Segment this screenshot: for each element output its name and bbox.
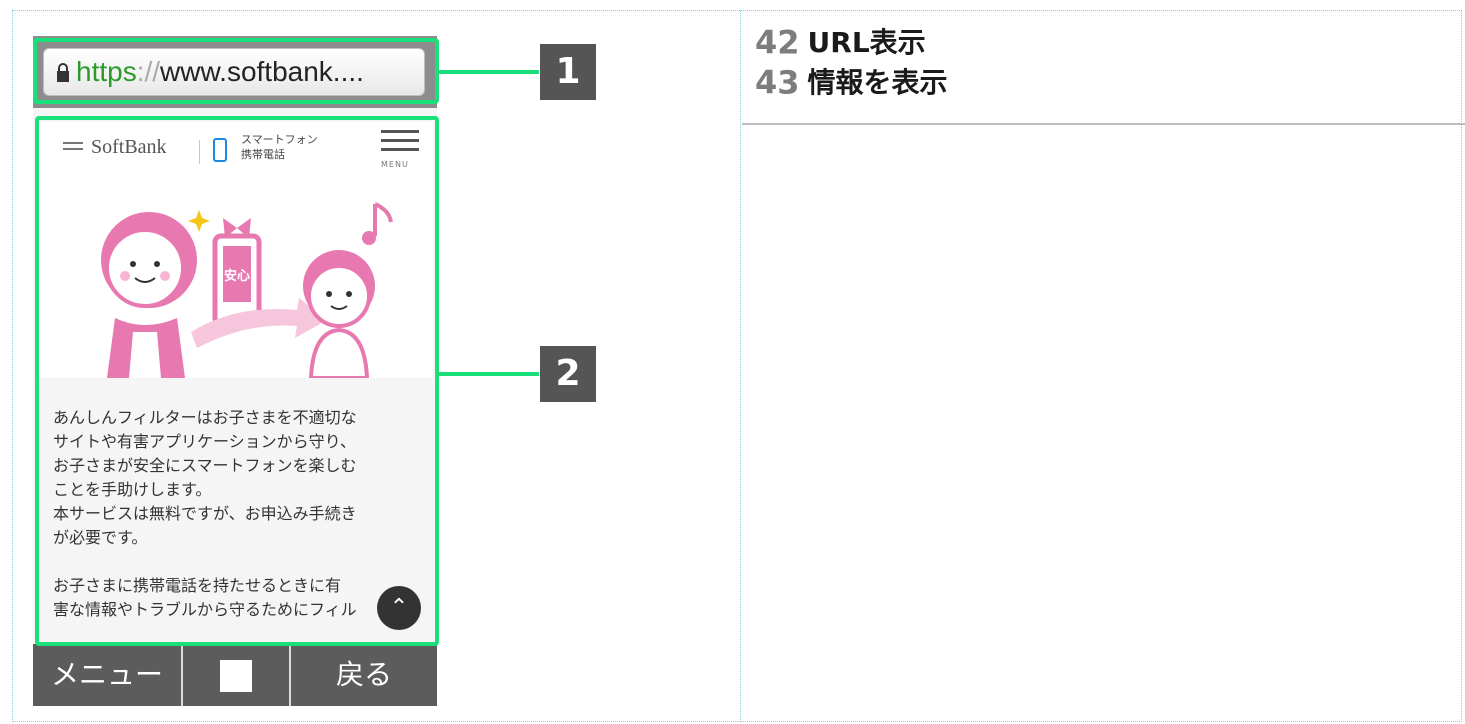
menu-button[interactable]: メニュー [33, 644, 181, 706]
legend-label: URL表示 [807, 25, 926, 59]
column-divider [740, 10, 741, 722]
legend-label: 情報を表示 [807, 65, 948, 99]
legend-item-42: 42 URL表示 [755, 22, 948, 62]
callout-line-1 [439, 70, 539, 74]
legend-number: 42 [755, 23, 800, 62]
stop-button[interactable] [183, 644, 289, 706]
callout-2: 2 [540, 346, 596, 402]
legend-item-43: 43 情報を表示 [755, 62, 948, 102]
legend-divider [742, 123, 1465, 125]
bottom-bar: メニュー 戻る [33, 644, 437, 706]
back-button[interactable]: 戻る [291, 644, 437, 706]
legend: 42 URL表示 43 情報を表示 [755, 22, 948, 102]
stop-icon [220, 660, 252, 692]
callout-line-2 [439, 372, 539, 376]
legend-number: 43 [755, 63, 800, 102]
highlight-url-area [33, 38, 439, 104]
callout-1: 1 [540, 44, 596, 100]
highlight-content-area [35, 116, 439, 646]
